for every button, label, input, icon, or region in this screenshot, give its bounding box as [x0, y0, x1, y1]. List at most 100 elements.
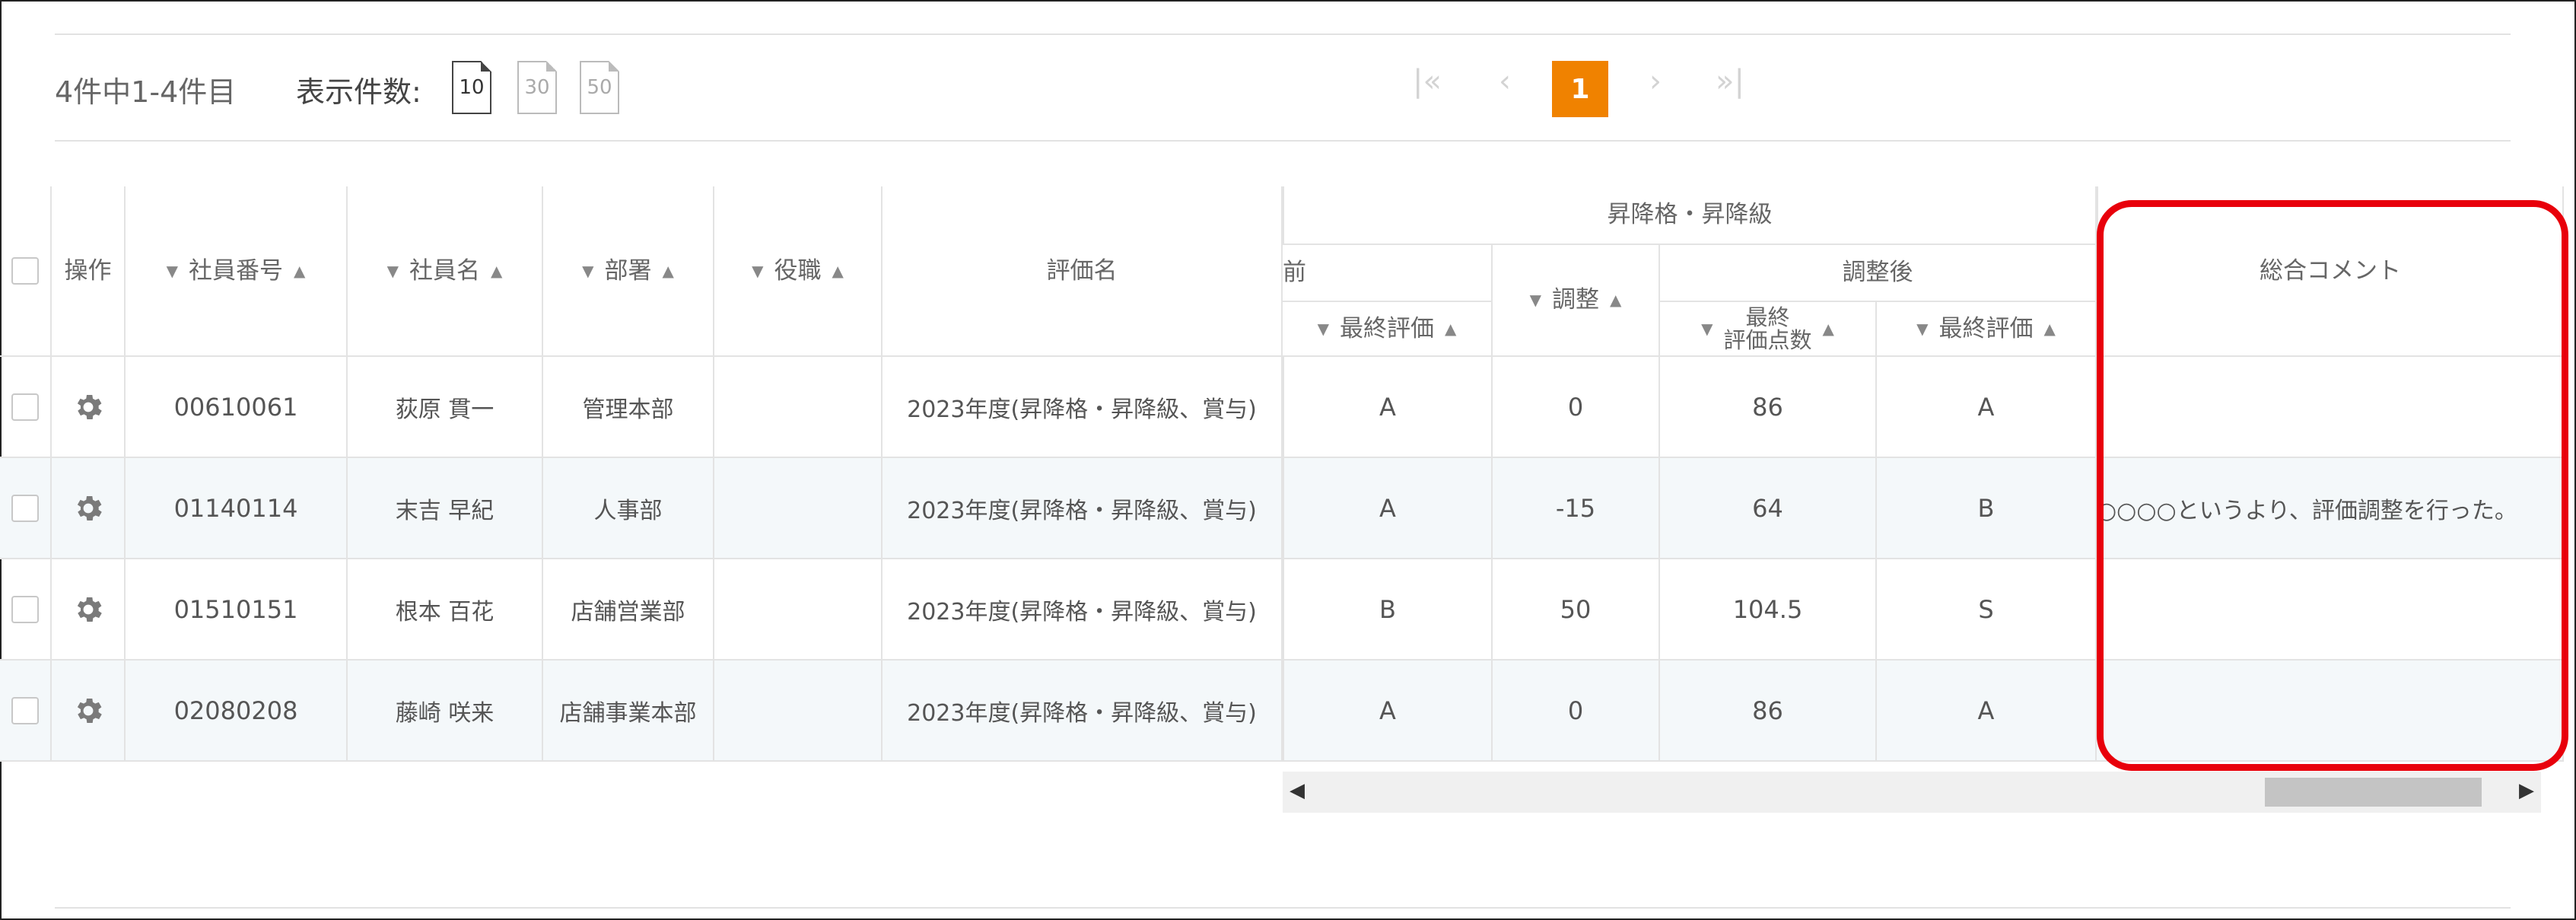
select-all-checkbox[interactable] — [11, 257, 39, 285]
next-page-icon[interactable]: › — [1633, 64, 1678, 99]
sort-asc-icon[interactable]: ▲ — [1823, 320, 1834, 337]
header-dept-label: 部署 — [604, 256, 652, 285]
sort-desc-icon[interactable]: ▼ — [582, 263, 593, 279]
sort-desc-icon[interactable]: ▼ — [1530, 292, 1541, 308]
per-page-label: 表示件数: — [296, 75, 421, 109]
sort-asc-icon[interactable]: ▲ — [1445, 320, 1456, 337]
scroll-right-icon[interactable]: ▶ — [2515, 779, 2538, 805]
header-after-points-line2: 評価点数 — [1723, 327, 1812, 353]
cell-emp-name: 藤崎 咲来 — [348, 661, 543, 762]
select-all-header — [0, 186, 52, 357]
header-promotion-group-label: 昇降格・昇降級 — [1607, 201, 1773, 229]
first-page-icon[interactable]: |« — [1404, 64, 1450, 99]
sort-asc-icon[interactable]: ▲ — [663, 263, 674, 279]
header-emp-name-label: 社員名 — [409, 256, 480, 285]
header-after-final[interactable]: ▼ 最終評価 ▲ — [1877, 302, 2097, 357]
cell-adjust: 0 — [1493, 357, 1660, 458]
header-before-group-label: 前 — [1283, 259, 1306, 287]
per-page-30-button[interactable]: 30 — [517, 61, 557, 114]
gear-icon[interactable] — [72, 390, 105, 424]
header-after-final-label: 最終評価 — [1938, 314, 2034, 342]
gear-icon[interactable] — [72, 593, 105, 626]
cell-title — [714, 661, 883, 762]
sort-asc-icon[interactable]: ▲ — [294, 263, 305, 279]
row-ops-cell — [52, 357, 126, 458]
prev-page-icon[interactable]: ‹ — [1482, 64, 1528, 99]
cell-emp-no: 00610061 — [126, 357, 348, 458]
header-after-points[interactable]: ▼ 最終 評価点数 ▲ — [1660, 302, 1877, 357]
header-after-group: 調整後 — [1660, 245, 2097, 302]
header-before-final-label: 最終評価 — [1340, 314, 1434, 342]
sort-desc-icon[interactable]: ▼ — [167, 263, 178, 279]
header-eval-name: 評価名 — [883, 186, 1283, 357]
cell-points: 104.5 — [1660, 559, 1877, 661]
horizontal-scrollbar[interactable]: ◀ ▶ — [1283, 772, 2541, 813]
header-promotion-group: 昇降格・昇降級 — [1283, 186, 2097, 245]
header-after-group-label: 調整後 — [1842, 259, 1913, 287]
cell-emp-no: 01140114 — [126, 458, 348, 559]
comment-column-highlight — [2097, 200, 2568, 771]
per-page-10-button[interactable]: 10 — [452, 61, 491, 114]
sort-desc-icon[interactable]: ▼ — [1318, 320, 1329, 337]
row-checkbox-cell — [0, 357, 52, 458]
sort-desc-icon[interactable]: ▼ — [1916, 320, 1928, 337]
row-checkbox[interactable] — [11, 393, 39, 421]
cell-dept: 管理本部 — [543, 357, 714, 458]
header-eval-name-label: 評価名 — [1046, 256, 1118, 285]
header-emp-no-label: 社員番号 — [189, 256, 283, 285]
sort-asc-icon[interactable]: ▲ — [1610, 292, 1621, 308]
cell-eval-name: 2023年度(昇降格・昇降級、賞与) — [883, 661, 1283, 762]
header-emp-name[interactable]: ▼ 社員名 ▲ — [348, 186, 543, 357]
cell-points: 64 — [1660, 458, 1877, 559]
current-page-button[interactable]: 1 — [1552, 61, 1608, 117]
cell-adjust: 50 — [1493, 559, 1660, 661]
header-before-final[interactable]: ▼ 最終評価 ▲ — [1283, 302, 1493, 357]
sort-desc-icon[interactable]: ▼ — [752, 263, 763, 279]
cell-emp-name: 荻原 貫一 — [348, 357, 543, 458]
top-divider — [55, 33, 2511, 35]
cell-dept: 店舗営業部 — [543, 559, 714, 661]
last-page-icon[interactable]: »| — [1707, 64, 1753, 99]
header-ops-label: 操作 — [64, 256, 112, 285]
header-before-group: 前 — [1283, 245, 1493, 302]
header-adjust-label: 調整 — [1552, 286, 1599, 314]
cell-title — [714, 458, 883, 559]
cell-before-final: A — [1283, 661, 1493, 762]
cell-eval-name: 2023年度(昇降格・昇降級、賞与) — [883, 357, 1283, 458]
row-ops-cell — [52, 661, 126, 762]
cell-after-final: A — [1877, 661, 2097, 762]
header-after-points-line1: 最終 — [1745, 304, 1790, 330]
header-adjust[interactable]: ▼ 調整 ▲ — [1493, 245, 1660, 357]
row-checkbox[interactable] — [11, 494, 39, 522]
row-ops-cell — [52, 559, 126, 661]
row-checkbox[interactable] — [11, 595, 39, 623]
cell-title — [714, 357, 883, 458]
cell-eval-name: 2023年度(昇降格・昇降級、賞与) — [883, 559, 1283, 661]
header-emp-no[interactable]: ▼ 社員番号 ▲ — [126, 186, 348, 357]
sort-asc-icon[interactable]: ▲ — [832, 263, 844, 279]
header-title[interactable]: ▼ 役職 ▲ — [714, 186, 883, 357]
scrollbar-thumb[interactable] — [2265, 778, 2482, 807]
header-title-label: 役職 — [774, 256, 822, 285]
gear-icon[interactable] — [72, 492, 105, 525]
row-checkbox[interactable] — [11, 696, 39, 724]
gear-icon[interactable] — [72, 694, 105, 727]
header-after-points-text: 最終 評価点数 — [1723, 304, 1812, 353]
cell-title — [714, 559, 883, 661]
cell-adjust: -15 — [1493, 458, 1660, 559]
sort-desc-icon[interactable]: ▼ — [1701, 320, 1713, 337]
header-dept[interactable]: ▼ 部署 ▲ — [543, 186, 714, 357]
header-ops: 操作 — [52, 186, 126, 357]
cell-adjust: 0 — [1493, 661, 1660, 762]
scroll-left-icon[interactable]: ◀ — [1286, 779, 1309, 805]
cell-points: 86 — [1660, 661, 1877, 762]
cell-before-final: A — [1283, 357, 1493, 458]
sort-asc-icon[interactable]: ▲ — [2044, 320, 2056, 337]
cell-emp-no: 01510151 — [126, 559, 348, 661]
sort-asc-icon[interactable]: ▲ — [491, 263, 502, 279]
row-checkbox-cell — [0, 661, 52, 762]
cell-before-final: A — [1283, 458, 1493, 559]
cell-eval-name: 2023年度(昇降格・昇降級、賞与) — [883, 458, 1283, 559]
per-page-50-button[interactable]: 50 — [580, 61, 619, 114]
sort-desc-icon[interactable]: ▼ — [387, 263, 399, 279]
